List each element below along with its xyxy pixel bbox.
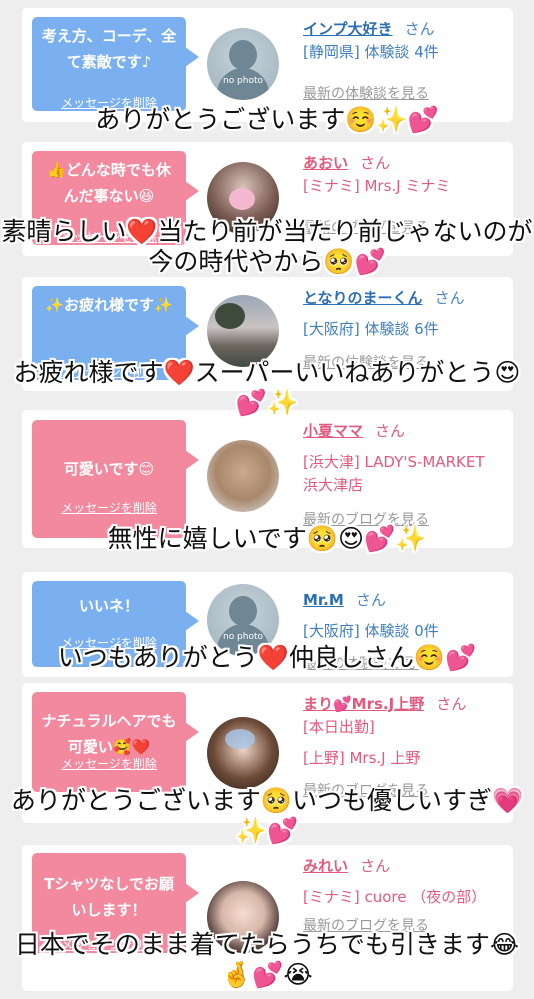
honorific: さん [375,422,406,440]
reply-caption: ありがとうございます☺️✨💕 [95,105,439,134]
sender-detail: [静岡県] 体験談 4件 [303,43,439,61]
sender-detail: [上野] Mrs.J 上野 [303,749,421,767]
honorific: さん [355,591,386,609]
sender-name-link[interactable]: インプ大好き [303,20,393,38]
latest-report-link[interactable]: 最新の体験談を見る [303,83,503,106]
user-photo-avatar[interactable] [207,440,279,512]
user-photo-avatar[interactable] [207,295,279,367]
sender-detail: [大阪府] 体験談 6件 [303,320,439,338]
reply-caption: いつもありがとう❤️仲良しさん☺️💕 [57,643,477,672]
sender-detail: [ミナミ] Mrs.J ミナミ [303,177,451,195]
sender-name-link[interactable]: まり💕Mrs.J上野 [303,695,424,713]
honorific: さん [360,857,391,875]
sender-name-link[interactable]: Mr.M [303,591,344,609]
honorific: さん [436,695,467,713]
sender-detail: [大阪府] 体験談 0件 [303,622,439,640]
message-text: 可愛いです😊 [63,460,155,478]
no-photo-avatar[interactable]: no photo [207,28,279,100]
sender-name-link[interactable]: 小夏ママ [303,422,363,440]
reply-caption: 素晴らしい❤️当たり前が当たり前じゃないのが今の時代やから🥺💕 [1,217,533,276]
message-text: ナチュラルヘアでも可愛い🥰❤️ [41,712,177,756]
sender-name-link[interactable]: あおい [303,154,348,172]
sender-info: みれい さん [ミナミ] cuore （夜の部） 最新のブログを見る [303,855,503,938]
work-status: [本日出勤] [303,718,375,736]
message-text: Tシャツなしでお願いします！ [44,875,174,919]
no-photo-label: no photo [222,632,264,642]
honorific: さん [404,20,435,38]
delete-message-link[interactable]: メッセージを削除 [32,756,186,772]
sender-info: インプ大好き さん [静岡県] 体験談 4件 最新の体験談を見る [303,18,503,106]
sender-detail: [浜大津] LADY'S-MARKET 浜大津店 [303,453,485,494]
reply-caption: お疲れ様です❤️スーパーいいねありがとう😍💕✨ [13,358,521,417]
user-photo-avatar[interactable] [207,717,279,789]
message-bubble: 考え方、コーデ、全て素敵です♪ メッセージを削除 [32,17,199,111]
sender-name-link[interactable]: みれい [303,857,348,875]
reply-caption: ありがとうございます🥺いつも優しいすぎ💗✨💕 [10,786,524,845]
delete-message-link[interactable]: メッセージを削除 [32,500,186,516]
message-text: いいネ！ [78,597,139,615]
no-photo-label: no photo [222,76,264,86]
message-text: 考え方、コーデ、全て素敵です♪ [41,27,177,71]
reply-caption: 日本でそのまま着てたらうちでも引きます😂🤞💕😭 [14,930,520,989]
message-bubble: ナチュラルヘアでも可愛い🥰❤️ メッセージを削除 [32,692,199,792]
message-text: 👍どんな時でも休んだ事ない😆 [47,161,171,205]
reply-caption: 無性に嬉しいです🥺😍💕✨ [107,524,427,553]
sender-detail: [ミナミ] cuore （夜の部） [303,888,487,906]
sender-name-link[interactable]: となりのまーくん [303,289,423,307]
sender-info: 小夏ママ さん [浜大津] LADY'S-MARKET 浜大津店 最新のブログを見… [303,420,503,532]
message-bubble: 可愛いです😊 メッセージを削除 [32,420,199,538]
honorific: さん [360,154,391,172]
message-text: ✨お疲れ様です✨ [45,296,173,314]
honorific: さん [434,289,465,307]
